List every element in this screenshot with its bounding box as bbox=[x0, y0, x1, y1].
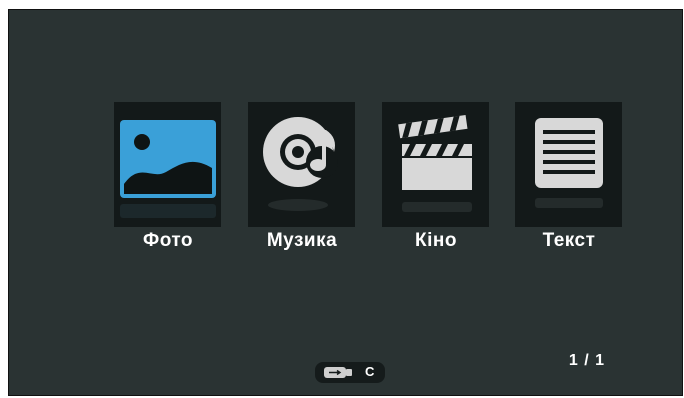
photo-icon bbox=[120, 120, 216, 218]
menu-label-movie: Кіно bbox=[415, 230, 457, 251]
music-disc-icon bbox=[263, 117, 338, 211]
menu-item-music[interactable] bbox=[248, 102, 355, 227]
menu-label-text: Текст bbox=[542, 230, 596, 251]
clapperboard-icon bbox=[398, 114, 472, 212]
text-document-icon bbox=[535, 118, 603, 208]
menu-item-text[interactable] bbox=[515, 102, 622, 227]
menu-label-music: Музика bbox=[266, 230, 338, 251]
drive-letter: C bbox=[365, 364, 375, 379]
menu-label-photo: Фото bbox=[142, 230, 193, 251]
menu-item-photo[interactable] bbox=[114, 102, 221, 227]
menu-item-movie[interactable] bbox=[382, 102, 489, 227]
media-screen: Фото Музика Кіно Текст 1 / 1 C bbox=[8, 9, 683, 396]
page-indicator: 1 / 1 bbox=[568, 352, 605, 369]
storage-device-badge[interactable]: C bbox=[315, 362, 385, 383]
usb-drive-icon bbox=[324, 367, 352, 378]
